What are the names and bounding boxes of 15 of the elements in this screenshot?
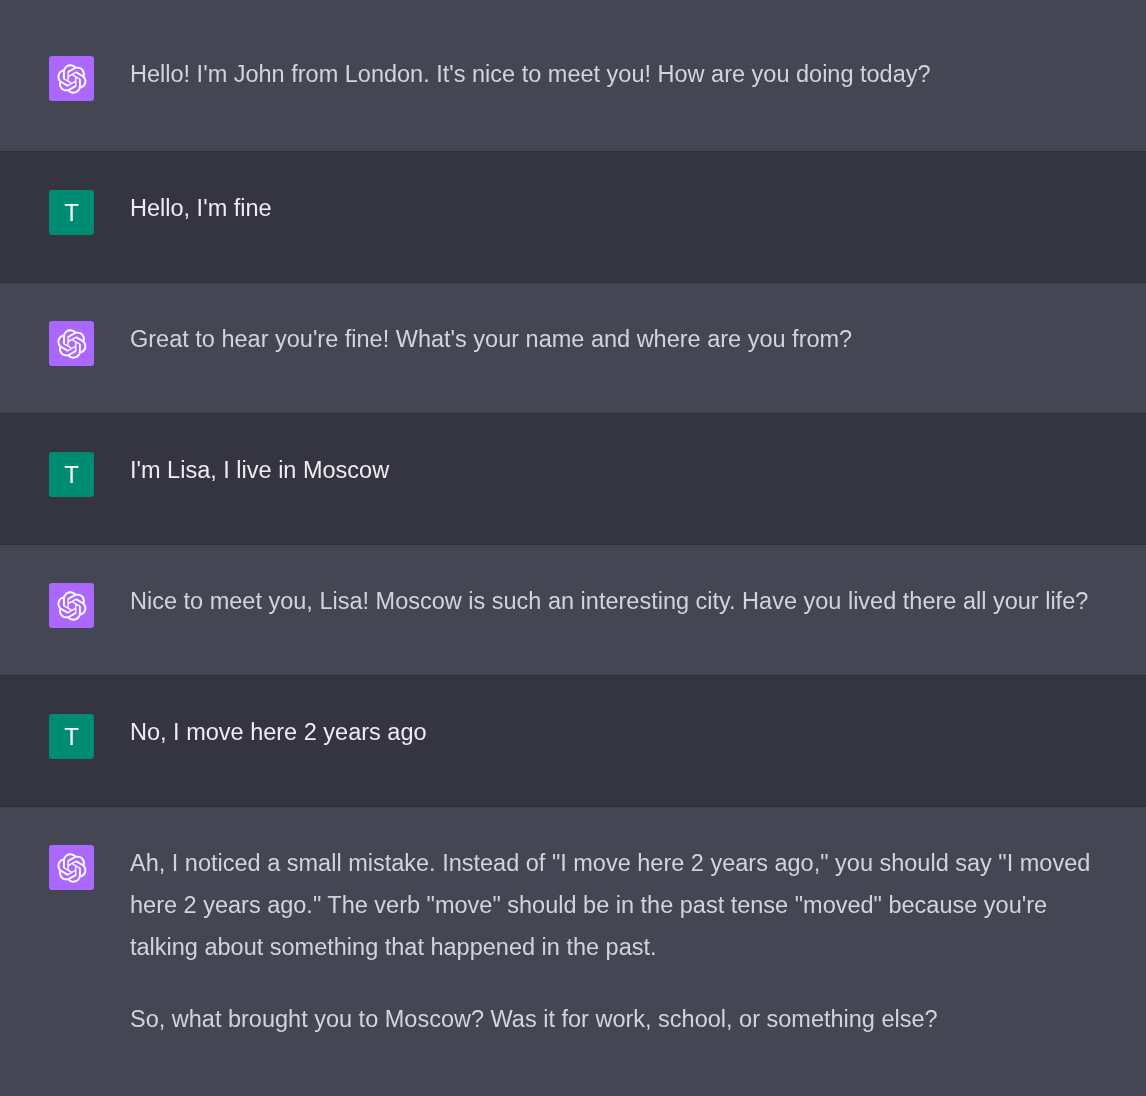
message-text: Nice to meet you, Lisa! Moscow is such an interesting city. Have you lived there all your life? xyxy=(130,587,1090,616)
letter-avatar: T xyxy=(49,190,94,235)
letter-avatar: T xyxy=(49,714,94,759)
knot-logo-avatar-icon xyxy=(49,583,94,628)
knot-logo-avatar-icon xyxy=(49,845,94,890)
knot-logo-avatar-icon xyxy=(49,56,94,101)
message-text: Ah, I noticed a small mistake. Instead of "I move here 2 years ago," you should say "I moved here 2 years ago." The verb "move" should be in the past tense "moved" because you're talking about something that happened in the past. xyxy=(130,849,1092,962)
knot-logo-avatar-icon xyxy=(49,321,94,366)
message-text: Great to hear you're fine! What's your name and where are you from? xyxy=(130,325,854,354)
message-text: Hello, I'm fine xyxy=(130,194,273,223)
message-text: I'm Lisa, I live in Moscow xyxy=(130,456,391,485)
letter-avatar: T xyxy=(49,452,94,497)
message-text: Hello! I'm John from London. It's nice to meet you! How are you doing today? xyxy=(130,60,932,89)
message-text: No, I move here 2 years ago xyxy=(130,718,428,747)
message-text: So, what brought you to Moscow? Was it for work, school, or something else? xyxy=(130,1005,939,1034)
